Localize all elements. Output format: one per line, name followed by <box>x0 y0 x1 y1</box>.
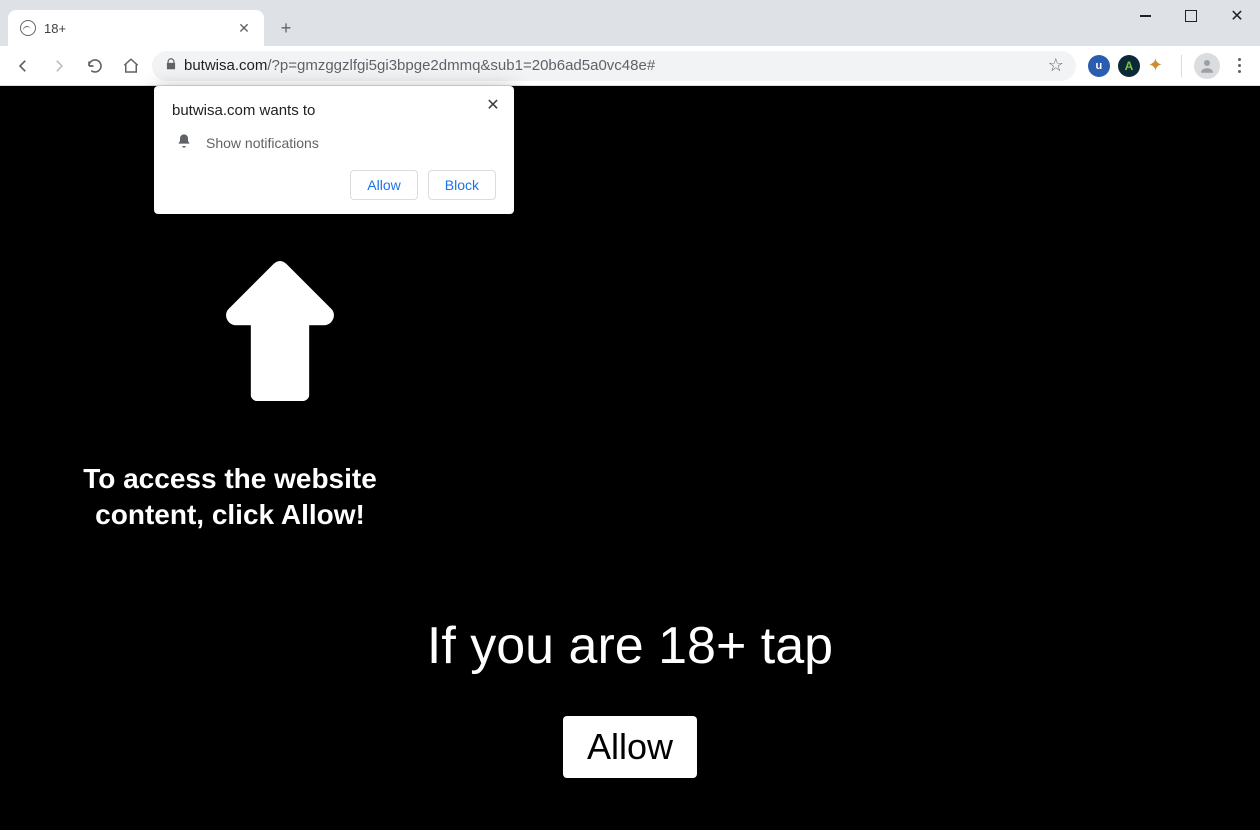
browser-tab-active[interactable]: 18+ ✕ <box>8 10 264 46</box>
prompt-block-button[interactable]: Block <box>428 170 496 200</box>
headline-text: If you are 18+ tap <box>0 616 1260 676</box>
prompt-item-text: Show notifications <box>206 135 319 151</box>
new-tab-button[interactable]: + <box>272 14 300 42</box>
window-maximize-button[interactable] <box>1168 0 1214 32</box>
nav-forward-button[interactable] <box>44 51 74 81</box>
browser-tabstrip: 18+ ✕ + ✕ <box>0 0 1260 46</box>
extension-ublock-icon[interactable]: u <box>1088 55 1110 77</box>
window-minimize-button[interactable] <box>1122 0 1168 32</box>
bookmark-star-icon[interactable]: ☆ <box>1048 55 1064 76</box>
browser-toolbar: butwisa.com/?p=gmzggzlfgi5gi3bpge2dmmq&s… <box>0 46 1260 86</box>
url-text: butwisa.com/?p=gmzggzlfgi5gi3bpge2dmmq&s… <box>184 57 655 74</box>
notification-permission-prompt: ✕ butwisa.com wants to Show notification… <box>154 86 514 214</box>
tab-title: 18+ <box>44 21 228 36</box>
prompt-header: butwisa.com wants to <box>172 102 496 119</box>
prompt-allow-button[interactable]: Allow <box>350 170 417 200</box>
tab-close-button[interactable]: ✕ <box>236 20 252 36</box>
url-host: butwisa.com <box>184 57 267 74</box>
bell-icon <box>176 133 192 152</box>
window-close-button[interactable]: ✕ <box>1214 0 1260 32</box>
extensions-tray: u A ✦ <box>1082 55 1169 77</box>
instruction-text: To access the website content, click All… <box>83 461 377 534</box>
nav-reload-button[interactable] <box>80 51 110 81</box>
prompt-close-button[interactable]: ✕ <box>482 94 504 116</box>
extension-misc-icon[interactable]: ✦ <box>1148 55 1163 76</box>
arrow-up-icon <box>220 261 340 406</box>
nav-back-button[interactable] <box>8 51 38 81</box>
globe-icon <box>20 20 36 36</box>
lock-icon <box>164 57 178 75</box>
page-allow-button[interactable]: Allow <box>563 716 697 778</box>
nav-home-button[interactable] <box>116 51 146 81</box>
url-path: /?p=gmzggzlfgi5gi3bpge2dmmq&sub1=20b6ad5… <box>267 57 655 74</box>
browser-menu-button[interactable] <box>1226 54 1252 77</box>
toolbar-separator <box>1181 55 1182 77</box>
address-bar[interactable]: butwisa.com/?p=gmzggzlfgi5gi3bpge2dmmq&s… <box>152 51 1076 81</box>
profile-avatar-button[interactable] <box>1194 53 1220 79</box>
extension-avast-icon[interactable]: A <box>1118 55 1140 77</box>
